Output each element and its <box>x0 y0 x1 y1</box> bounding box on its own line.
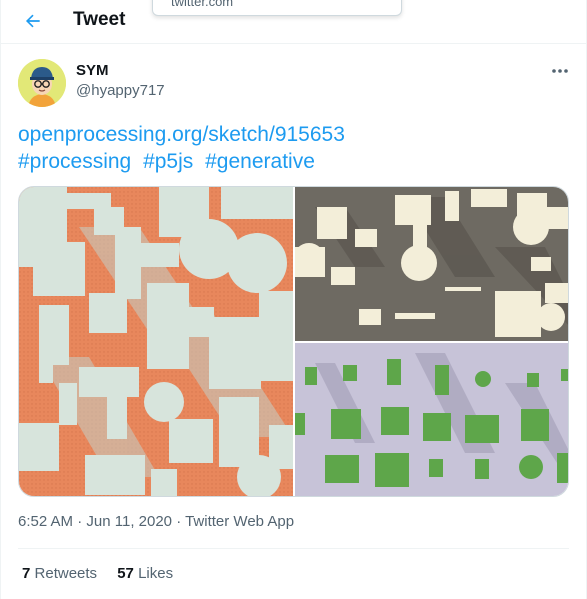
likes-stat[interactable]: 57 Likes <box>117 565 173 582</box>
tweet-date[interactable]: Jun 11, 2020 <box>86 513 172 530</box>
meta-separator: · <box>172 513 186 530</box>
more-horizontal-icon <box>552 69 568 73</box>
tweet-source[interactable]: Twitter Web App <box>185 513 294 530</box>
hashtag-p5js[interactable]: #p5js <box>143 150 193 173</box>
author-handle[interactable]: @hyappy717 <box>76 82 165 99</box>
page-title: Tweet <box>73 9 126 30</box>
retweets-stat[interactable]: 7 Retweets <box>22 565 97 582</box>
avatar-illustration <box>18 59 66 107</box>
likes-count: 57 <box>117 565 134 582</box>
url-tooltip: twitter.com <box>152 0 402 16</box>
more-button[interactable] <box>547 60 573 82</box>
tweet-detail-page: Tweet twitter.com SYM @hyappy717 openpro… <box>0 0 587 599</box>
hashtag-processing[interactable]: #processing <box>18 150 131 173</box>
likes-label: Likes <box>138 565 174 582</box>
arrow-left-icon <box>25 14 40 28</box>
url-tooltip-text: twitter.com <box>171 0 234 9</box>
divider <box>18 548 569 549</box>
retweets-count: 7 <box>22 565 31 582</box>
author-name[interactable]: SYM <box>76 62 109 79</box>
retweets-label: Retweets <box>34 565 98 582</box>
media-image-gray-artwork[interactable] <box>295 187 568 341</box>
meta-separator: · <box>73 513 87 530</box>
tweet-stats: 7 Retweets 57 Likes <box>22 565 189 582</box>
tweet-time[interactable]: 6:52 AM <box>18 513 73 530</box>
media-image-green-artwork[interactable] <box>295 343 568 496</box>
tweet-text: openprocessing.org/sketch/915653 #proces… <box>18 121 568 175</box>
hashtag-list: #processing #p5js #generative <box>18 148 568 175</box>
media-image-orange-artwork[interactable] <box>19 187 293 496</box>
tweet-link[interactable]: openprocessing.org/sketch/915653 <box>18 121 568 148</box>
media-grid <box>18 186 569 497</box>
tweet-meta: 6:52 AM · Jun 11, 2020 · Twitter Web App <box>18 513 294 530</box>
back-button[interactable] <box>19 7 47 35</box>
hashtag-generative[interactable]: #generative <box>205 150 315 173</box>
avatar[interactable] <box>18 59 66 107</box>
